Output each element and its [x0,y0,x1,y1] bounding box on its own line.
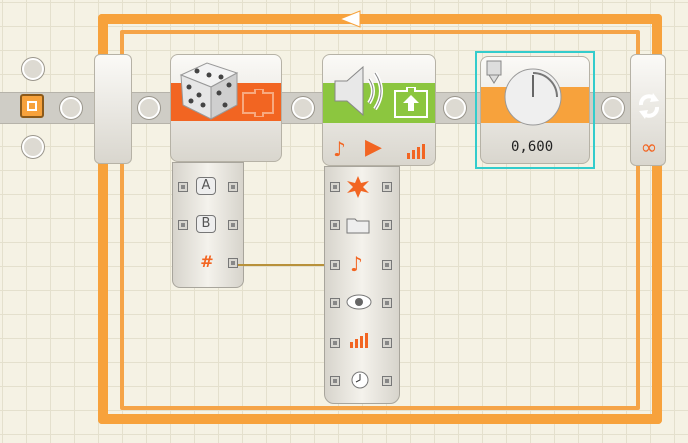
random-port-a-label: A [196,177,216,195]
eye-icon [346,294,372,310]
volume-bars-icon [407,144,425,159]
loop-track-top [98,14,662,24]
sound-file-out[interactable] [382,220,392,230]
start-connector-bottom[interactable] [22,136,44,158]
sound-tone-out[interactable] [382,260,392,270]
random-port-number-out[interactable] [228,258,238,268]
infinity-icon: ∞ [640,135,658,159]
random-port-b-label: B [196,215,216,233]
sound-duration-out[interactable] [382,376,392,386]
sound-block[interactable]: ♪ ▶ [322,54,436,166]
sound-volume-in[interactable] [330,338,340,348]
beam-connector[interactable] [602,97,624,119]
dice-icon [179,62,239,120]
loop-start-block[interactable] [94,54,132,164]
data-wire [238,264,330,266]
loop-track-bottom [98,414,662,424]
random-port-b-in[interactable] [178,220,188,230]
loop-direction-arrow-icon [338,10,376,28]
loop-repeat-icon [639,93,659,119]
loop-end-block[interactable]: ∞ [630,54,666,166]
play-icon: ▶ [365,135,382,160]
speaker-icon [334,65,383,117]
note-icon: ♪ [333,137,346,161]
random-output-plug-icon [242,89,274,117]
sound-action-in[interactable] [330,182,340,192]
beam-connector[interactable] [138,97,160,119]
wait-block[interactable]: 0,600 [480,56,590,164]
random-block[interactable] [170,54,282,162]
sound-upload-icon [394,87,428,118]
clock-icon [351,371,369,389]
sound-control-in[interactable] [330,298,340,308]
tone-note-icon: ♪ [350,252,363,276]
timer-icon [486,60,562,126]
sound-data-hub[interactable] [324,166,400,404]
random-port-number-label: # [200,252,214,271]
wait-duration-value: 0,600 [511,139,554,155]
random-port-a-out[interactable] [228,182,238,192]
sound-duration-in[interactable] [330,376,340,386]
volume-port-icon [350,333,368,348]
start-block-inner-icon [27,101,37,111]
random-port-a-in[interactable] [178,182,188,192]
sound-tone-in[interactable] [330,260,340,270]
sound-volume-out[interactable] [382,338,392,348]
sound-action-out[interactable] [382,182,392,192]
beam-connector[interactable] [292,97,314,119]
random-port-b-out[interactable] [228,220,238,230]
beam-connector[interactable] [444,97,466,119]
beam-connector[interactable] [60,97,82,119]
sound-file-in[interactable] [330,220,340,230]
start-block-icon[interactable] [20,94,44,118]
start-connector-top[interactable] [22,58,44,80]
sound-control-out[interactable] [382,298,392,308]
action-burst-icon [347,176,369,198]
sound-settings-bar: ♪ ▶ [323,135,435,165]
folder-icon [346,218,370,234]
